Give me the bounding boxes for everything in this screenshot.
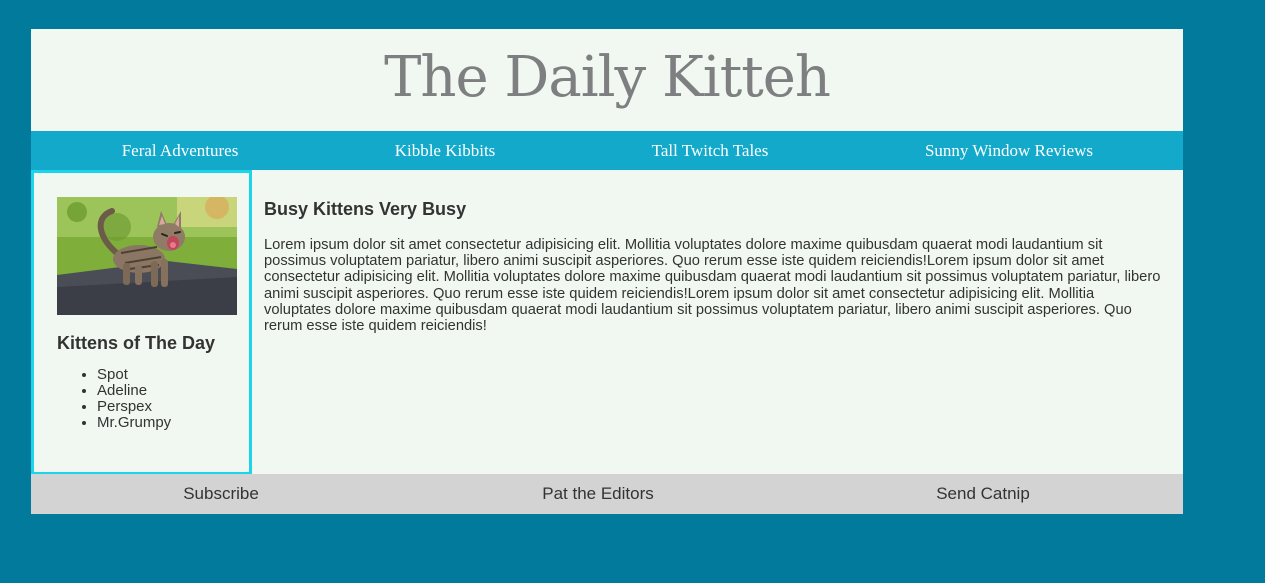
main-nav: Feral Adventures Kibble Kibbits Tall Twi… [31, 131, 1183, 170]
site-title: The Daily Kitteh [384, 45, 831, 110]
list-item: Mr.Grumpy [97, 415, 171, 431]
footer: Subscribe Pat the Editors Send Catnip [31, 474, 1183, 514]
nav-link-feral-adventures[interactable]: Feral Adventures [122, 131, 239, 170]
kitten-photo [57, 197, 237, 315]
footer-link-pat-the-editors[interactable]: Pat the Editors [542, 474, 654, 514]
kittens-list: Spot Adeline Perspex Mr.Grumpy [57, 367, 171, 431]
footer-link-subscribe[interactable]: Subscribe [183, 474, 259, 514]
list-item: Perspex [97, 399, 171, 415]
content-area: Kittens of The Day Spot Adeline Perspex … [31, 170, 1183, 475]
footer-link-send-catnip[interactable]: Send Catnip [936, 474, 1030, 514]
nav-link-kibble-kibbits[interactable]: Kibble Kibbits [395, 131, 496, 170]
sidebar: Kittens of The Day Spot Adeline Perspex … [31, 170, 252, 475]
article-heading: Busy Kittens Very Busy [264, 199, 467, 219]
nav-link-sunny-window-reviews[interactable]: Sunny Window Reviews [925, 131, 1093, 170]
article-body: Lorem ipsum dolor sit amet consectetur a… [264, 237, 1161, 335]
masthead: The Daily Kitteh [31, 29, 1183, 131]
sidebar-heading: Kittens of The Day [57, 333, 216, 353]
article: Busy Kittens Very Busy Lorem ipsum dolor… [264, 198, 1164, 334]
nav-link-tall-twitch-tales[interactable]: Tall Twitch Tales [652, 131, 769, 170]
page-container: The Daily Kitteh Feral Adventures Kibble… [31, 29, 1183, 514]
list-item: Adeline [97, 383, 171, 399]
list-item: Spot [97, 367, 171, 383]
